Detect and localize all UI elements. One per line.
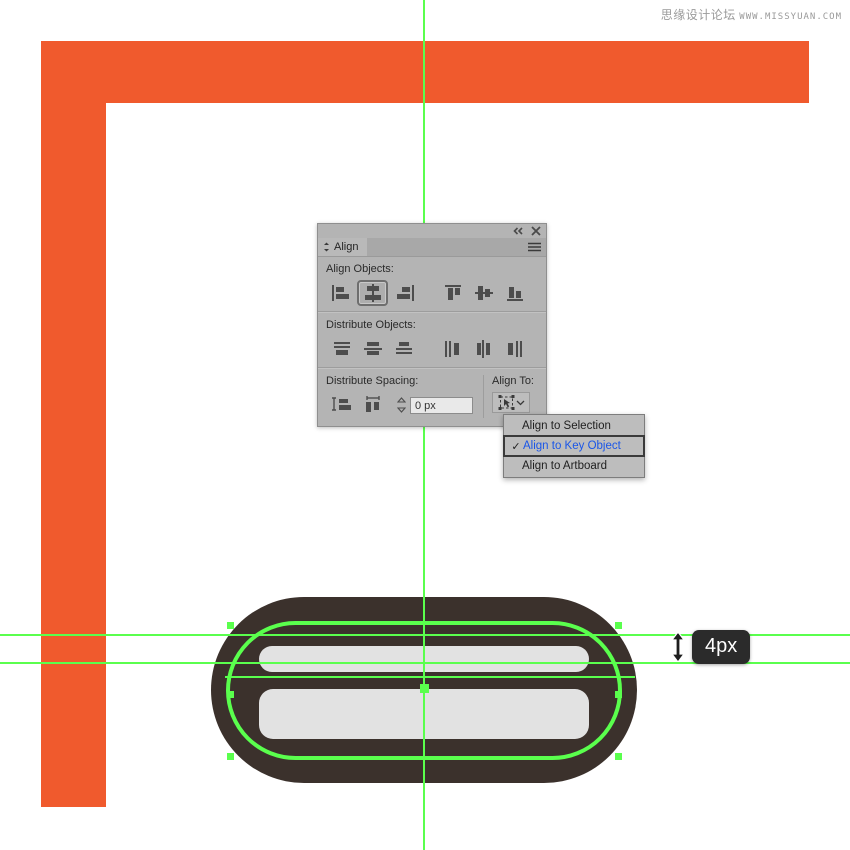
- anchor-point[interactable]: [614, 691, 622, 698]
- updown-arrows-icon: [324, 242, 329, 252]
- watermark: 思缘设计论坛 WWW.MISSYUAN.COM: [661, 6, 842, 23]
- chevron-down-icon: [516, 400, 524, 406]
- distribute-spacing-label: Distribute Spacing:: [326, 375, 419, 387]
- align-left-button[interactable]: [326, 280, 357, 306]
- align-vertical-bottom-icon: [506, 287, 523, 301]
- menu-item-align-to-key-object[interactable]: ✓ Align to Key Object: [503, 435, 645, 457]
- panel-menu-icon[interactable]: [523, 238, 546, 256]
- distribute-spacing-section: Distribute Spacing: 0 px: [318, 375, 483, 418]
- distribute-objects-button-row: [326, 336, 538, 362]
- stepper-up-down-icon: [396, 397, 406, 413]
- menu-item-label: Align to Artboard: [522, 460, 608, 472]
- menu-item-label: Align to Selection: [522, 420, 611, 432]
- distribute-spacing-horizontal-button[interactable]: [357, 392, 388, 418]
- tab-row-spacer: [367, 238, 523, 256]
- smart-guide-horizontal-inner: [225, 676, 635, 678]
- align-to-key-object-icon: [498, 395, 514, 410]
- menu-item-align-to-selection[interactable]: Align to Selection: [504, 417, 644, 435]
- watermark-cjk-text: 思缘设计论坛: [660, 8, 736, 22]
- align-vertical-top-icon: [444, 285, 461, 300]
- distribute-vertical-top-icon: [333, 342, 350, 355]
- align-objects-label: Align Objects:: [326, 263, 394, 275]
- watermark-url-text: WWW.MISSYUAN.COM: [739, 12, 842, 22]
- anchor-point[interactable]: [226, 691, 234, 698]
- distribute-objects-label: Distribute Objects:: [326, 319, 416, 331]
- align-right-button[interactable]: [388, 280, 419, 306]
- distribute-spacing-vertical-button[interactable]: [326, 392, 357, 418]
- vertical-double-arrow-icon: [670, 632, 686, 662]
- align-to-section: Align To:: [483, 375, 546, 418]
- double-chevron-left-icon[interactable]: [513, 227, 524, 235]
- align-to-dropdown-menu[interactable]: Align to Selection ✓ Align to Key Object…: [503, 414, 645, 478]
- align-objects-button-row: [326, 280, 538, 306]
- distribute-vertical-bottom-icon: [395, 342, 412, 354]
- align-vertical-center-button[interactable]: [468, 280, 499, 306]
- align-objects-section: Align Objects:: [318, 257, 546, 311]
- menu-item-label: Align to Key Object: [523, 440, 621, 452]
- close-icon[interactable]: [531, 226, 541, 236]
- distribute-vertical-bottom-button[interactable]: [388, 336, 419, 362]
- align-vertical-center-icon: [474, 286, 493, 300]
- align-bottom-button[interactable]: [499, 280, 530, 306]
- distribute-horizontal-center-icon: [476, 340, 490, 358]
- anchor-point[interactable]: [226, 752, 234, 760]
- spacing-stepper[interactable]: [394, 396, 408, 415]
- align-to-label: Align To:: [492, 375, 534, 387]
- tab-align-label: Align: [334, 241, 359, 253]
- distribute-horizontal-right-button[interactable]: [499, 336, 530, 362]
- measurement-value-badge: 4px: [692, 630, 751, 664]
- distribute-horizontal-left-icon: [444, 341, 459, 357]
- distribute-horizontal-center-button[interactable]: [468, 336, 499, 362]
- menu-check-mark: ✓: [511, 440, 521, 453]
- center-anchor-point[interactable]: [420, 684, 429, 693]
- anchor-point[interactable]: [226, 621, 234, 629]
- menu-item-align-to-artboard[interactable]: Align to Artboard: [504, 457, 644, 475]
- panel-titlebar: [318, 224, 546, 238]
- anchor-point[interactable]: [614, 752, 622, 760]
- align-horizontal-right-icon: [396, 285, 414, 301]
- tab-align[interactable]: Align: [318, 238, 368, 256]
- spacing-value-input[interactable]: 0 px: [410, 396, 473, 414]
- distribute-spacing-vertical-icon: [331, 397, 351, 411]
- distribute-horizontal-right-icon: [507, 341, 522, 357]
- align-horizontal-left-icon: [331, 285, 349, 301]
- align-to-dropdown-button[interactable]: [492, 392, 530, 413]
- measurement-indicator: 4px: [670, 630, 751, 664]
- distribute-objects-section: Distribute Objects:: [318, 313, 546, 367]
- distribute-horizontal-left-button[interactable]: [437, 336, 468, 362]
- anchor-point[interactable]: [614, 621, 622, 629]
- distribute-vertical-center-button[interactable]: [357, 336, 388, 362]
- align-panel[interactable]: Align Align Objects: Distribute Objects:…: [317, 223, 547, 427]
- distribute-vertical-center-icon: [363, 342, 382, 355]
- distribute-spacing-horizontal-icon: [365, 396, 380, 412]
- align-horizontal-center-button[interactable]: [357, 280, 388, 306]
- panel-tab-row: Align: [318, 238, 546, 257]
- align-horizontal-center-icon: [364, 284, 381, 302]
- distribute-spacing-controls: 0 px: [326, 392, 483, 418]
- distribute-vertical-top-button[interactable]: [326, 336, 357, 362]
- align-top-button[interactable]: [437, 280, 468, 306]
